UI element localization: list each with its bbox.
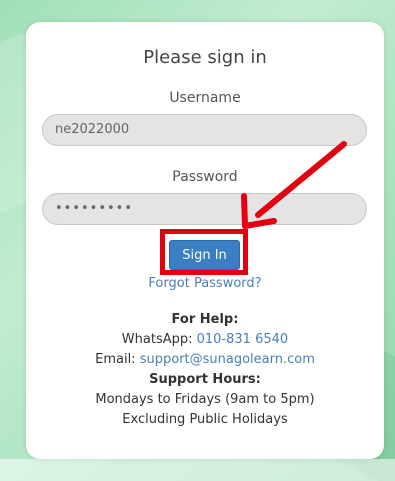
username-input[interactable]: ne2022000 bbox=[42, 114, 367, 146]
support-hours-heading: Support Hours: bbox=[149, 372, 261, 387]
username-label: Username bbox=[169, 90, 241, 106]
password-input[interactable]: ••••••••• bbox=[42, 193, 367, 225]
support-hours-note: Excluding Public Holidays bbox=[122, 412, 288, 427]
forgot-password-link[interactable]: Forgot Password? bbox=[26, 276, 384, 291]
background-strip bbox=[0, 459, 395, 481]
whatsapp-line: WhatsApp: 010-831 6540 bbox=[26, 332, 384, 347]
email-link[interactable]: support@sunagolearn.com bbox=[140, 352, 315, 367]
password-label: Password bbox=[172, 169, 238, 185]
support-hours-days: Mondays to Fridays (9am to 5pm) bbox=[95, 392, 315, 407]
help-heading: For Help: bbox=[171, 312, 239, 327]
email-label: Email: bbox=[95, 352, 140, 367]
whatsapp-number-link[interactable]: 010-831 6540 bbox=[197, 332, 289, 347]
whatsapp-label: WhatsApp: bbox=[121, 332, 197, 347]
page-title: Please sign in bbox=[143, 47, 267, 68]
email-line: Email: support@sunagolearn.com bbox=[26, 352, 384, 367]
login-card: Please sign in Username ne2022000 Passwo… bbox=[26, 22, 384, 459]
signin-button[interactable]: Sign In bbox=[169, 240, 240, 270]
